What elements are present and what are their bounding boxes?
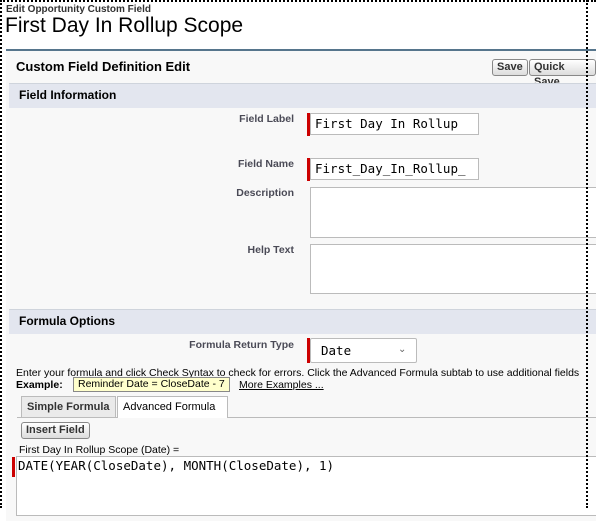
chevron-down-icon: ⌄ xyxy=(398,344,407,355)
frame-border-right xyxy=(586,0,588,508)
save-button[interactable]: Save xyxy=(492,59,528,76)
field-name-input[interactable]: First_Day_In_Rollup_ xyxy=(310,158,479,180)
field-name-label: Field Name xyxy=(237,158,294,170)
required-marker xyxy=(12,457,15,477)
return-type-label: Formula Return Type xyxy=(189,339,294,351)
more-examples-link[interactable]: More Examples ... xyxy=(239,379,324,391)
description-textarea[interactable] xyxy=(310,187,596,238)
panel-title: Custom Field Definition Edit xyxy=(16,59,191,74)
formula-editor[interactable]: DATE(YEAR(CloseDate), MONTH(CloseDate), … xyxy=(16,456,596,516)
formula-options-section-title: Formula Options xyxy=(19,314,115,328)
tab-simple-formula[interactable]: Simple Formula xyxy=(21,396,116,417)
help-text-label: Help Text xyxy=(247,244,294,256)
return-type-value: Date xyxy=(321,343,352,358)
field-label-input[interactable]: First Day In Rollup xyxy=(310,113,479,135)
help-text-textarea[interactable] xyxy=(310,244,596,294)
example-label: Example: xyxy=(16,379,63,391)
description-label: Description xyxy=(236,187,294,199)
tab-advanced-formula[interactable]: Advanced Formula xyxy=(117,396,228,418)
example-value: Reminder Date = CloseDate - 7 xyxy=(73,377,230,392)
formula-caption: First Day In Rollup Scope (Date) = xyxy=(19,444,180,456)
frame-border-left xyxy=(0,0,2,508)
field-information-section-title: Field Information xyxy=(19,88,117,102)
field-label-label: Field Label xyxy=(239,113,294,125)
insert-field-button[interactable]: Insert Field xyxy=(21,422,90,439)
frame-border-top xyxy=(0,0,596,2)
page-title: First Day In Rollup Scope xyxy=(5,14,244,37)
